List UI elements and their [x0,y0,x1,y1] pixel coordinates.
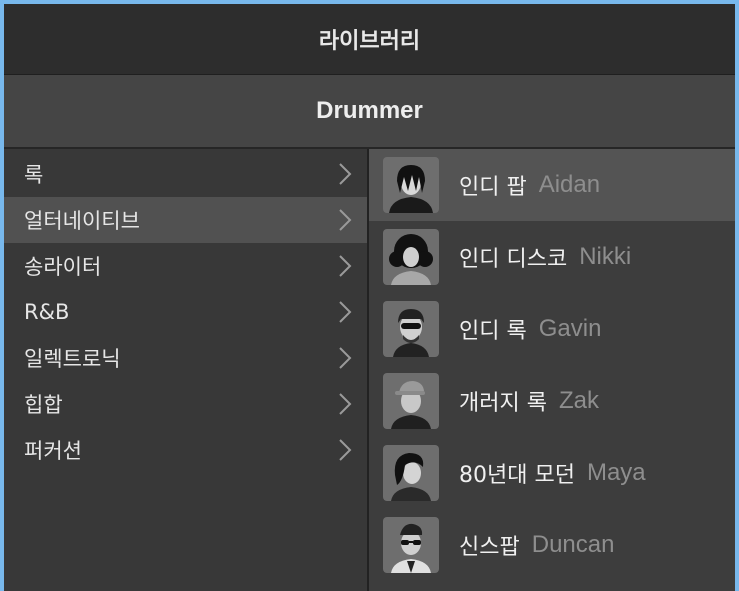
category-item-rnb[interactable]: R&B [4,289,367,335]
drummer-genre: 인디 디스코 [459,247,568,272]
library-window: 라이브러리 Drummer 록 얼터네이티브 송라이터 R&B 일렉트로닉 힙합… [4,4,735,591]
drummer-avatar-zak [383,373,439,429]
drummer-name: Aidan [538,171,601,198]
category-item-percussion[interactable]: 퍼커션 [4,427,367,473]
drummer-item-aidan[interactable]: 인디 팝 Aidan [369,149,735,221]
chevron-right-icon [339,255,352,277]
drummer-header: Drummer [4,75,735,149]
chevron-right-icon [339,209,352,231]
category-item-songwriter[interactable]: 송라이터 [4,243,367,289]
drummer-name: Nikki [579,243,632,270]
category-label: 일렉트로닉 [24,347,121,371]
chevron-right-icon [339,439,352,461]
drummer-name: Maya [586,459,646,486]
library-title: 라이브러리 [4,4,735,75]
drummer-item-gavin[interactable]: 인디 록 Gavin [369,293,735,365]
drummer-name: Zak [558,387,599,414]
chevron-right-icon [339,301,352,323]
category-label: 송라이터 [24,255,102,279]
drummer-avatar-maya [383,445,439,501]
chevron-right-icon [339,347,352,369]
category-label: 퍼커션 [24,439,82,463]
drummer-genre: 개러지 록 [459,391,547,416]
category-item-electronic[interactable]: 일렉트로닉 [4,335,367,381]
drummer-avatar-duncan [383,517,439,573]
drummer-item-maya[interactable]: 80년대 모던 Maya [369,437,735,509]
drummer-avatar-nikki [383,229,439,285]
drummer-item-duncan[interactable]: 신스팝 Duncan [369,509,735,581]
drummer-item-zak[interactable]: 개러지 록 Zak [369,365,735,437]
category-item-alternative[interactable]: 얼터네이티브 [4,197,367,243]
drummer-genre: 신스팝 [459,535,520,560]
drummer-list: 인디 팝 Aidan 인디 디스코 Nikki 인디 록 Gavin 개러지 록… [369,149,735,591]
drummer-name: Gavin [538,315,602,342]
category-item-hiphop[interactable]: 힙합 [4,381,367,427]
chevron-right-icon [339,163,352,185]
drummer-genre: 인디 록 [459,319,527,344]
category-list: 록 얼터네이티브 송라이터 R&B 일렉트로닉 힙합 퍼커션 [4,149,369,591]
category-label: 록 [24,163,44,187]
category-label: R&B [24,300,70,324]
drummer-genre: 인디 팝 [459,175,527,200]
drummer-genre: 80년대 모던 [459,463,575,488]
chevron-right-icon [339,393,352,415]
drummer-name: Duncan [531,531,615,558]
category-item-rock[interactable]: 록 [4,151,367,197]
category-label: 얼터네이티브 [24,209,140,233]
drummer-avatar-aidan [383,157,439,213]
drummer-item-nikki[interactable]: 인디 디스코 Nikki [369,221,735,293]
drummer-avatar-gavin [383,301,439,357]
category-label: 힙합 [24,393,63,417]
